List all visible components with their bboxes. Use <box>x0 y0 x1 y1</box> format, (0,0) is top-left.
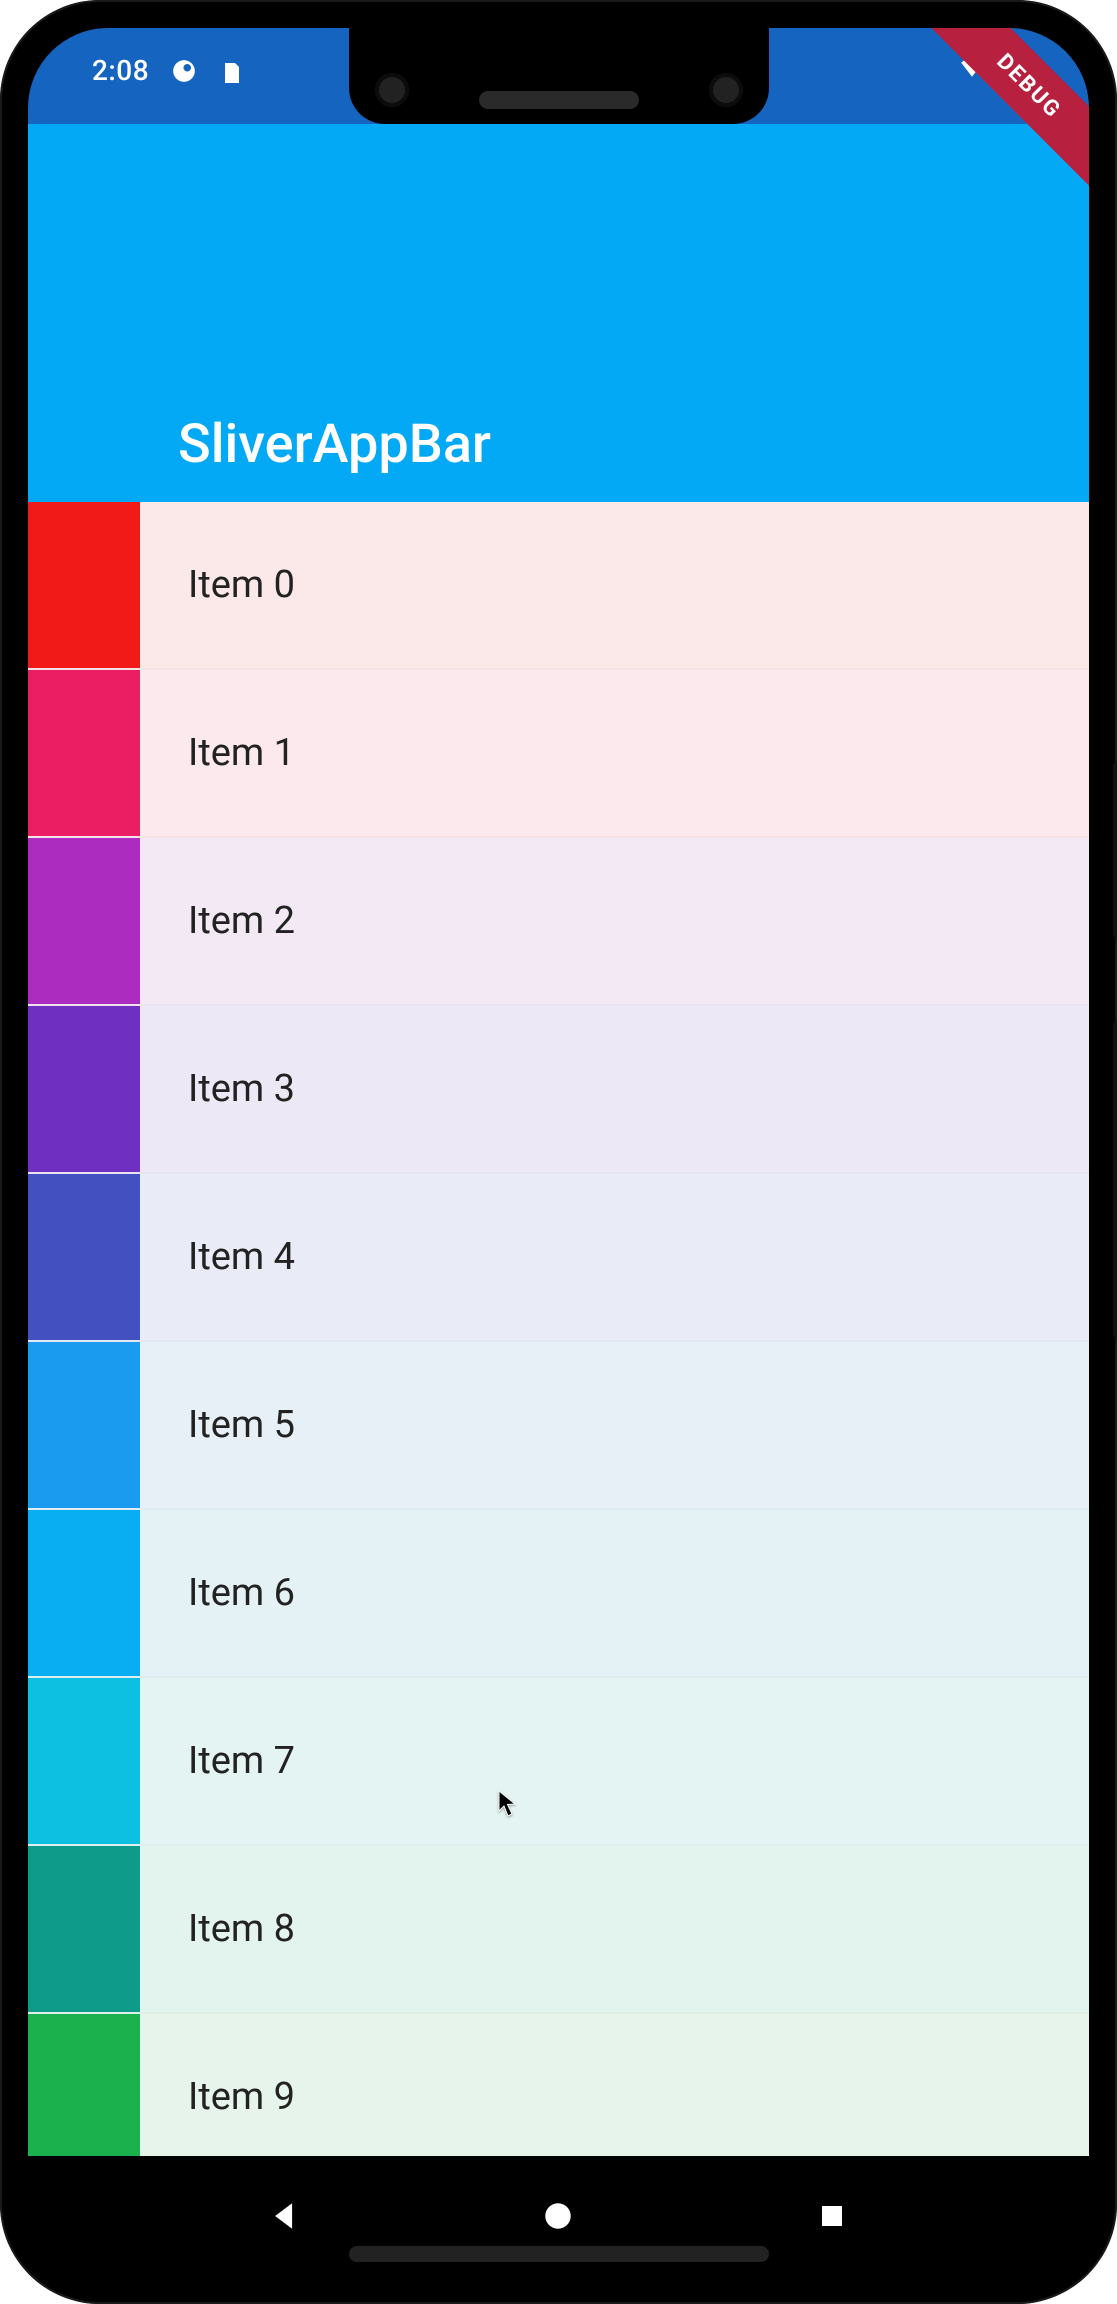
list-item-label: Item 3 <box>188 1067 295 1111</box>
list-item[interactable]: Item 9 <box>28 2014 1089 2156</box>
front-camera2-icon <box>709 73 743 107</box>
item-list[interactable]: Item 0 Item 1 Item 2 Item 3 Item 4 Item 5 Item… <box>28 502 1089 2156</box>
phone-device-inner: DEBUG 2:08 <box>28 28 1089 2276</box>
page-title: SliverAppBar <box>178 413 491 476</box>
list-item[interactable]: Item 7 <box>28 1678 1089 1846</box>
list-item[interactable]: Item 0 <box>28 502 1089 670</box>
sd-card-icon <box>219 58 245 84</box>
list-item-label: Item 4 <box>188 1235 295 1279</box>
device-chin <box>349 2246 769 2262</box>
mouse-cursor-icon <box>498 1790 518 1818</box>
list-item-label: Item 2 <box>188 899 295 943</box>
list-item[interactable]: Item 3 <box>28 1006 1089 1174</box>
phone-notch <box>349 28 769 124</box>
color-swatch <box>28 502 140 668</box>
list-item-label: Item 5 <box>188 1403 295 1447</box>
color-swatch <box>28 838 140 1004</box>
list-item[interactable]: Item 8 <box>28 1846 1089 2014</box>
list-item-label: Item 9 <box>188 2075 295 2119</box>
color-swatch <box>28 670 140 836</box>
color-swatch <box>28 1510 140 1676</box>
list-item-label: Item 1 <box>188 731 295 775</box>
color-swatch <box>28 1174 140 1340</box>
nav-home-button[interactable] <box>533 2191 583 2241</box>
list-item-label: Item 0 <box>188 563 295 607</box>
color-swatch <box>28 1846 140 2012</box>
nav-back-button[interactable] <box>260 2191 310 2241</box>
front-camera-icon <box>375 73 409 107</box>
list-item[interactable]: Item 4 <box>28 1174 1089 1342</box>
list-item-label: Item 6 <box>188 1571 295 1615</box>
status-bar-left: 2:08 <box>92 54 245 87</box>
status-time: 2:08 <box>92 54 149 87</box>
color-swatch <box>28 1678 140 1844</box>
earpiece-speaker <box>479 91 639 109</box>
color-swatch <box>28 1342 140 1508</box>
list-item-label: Item 7 <box>188 1739 295 1783</box>
device-volume-button <box>1113 1020 1117 1340</box>
phone-device-frame: DEBUG 2:08 <box>0 0 1117 2304</box>
list-item[interactable]: Item 1 <box>28 670 1089 838</box>
info-icon <box>171 58 197 84</box>
nav-recent-button[interactable] <box>807 2191 857 2241</box>
color-swatch <box>28 1006 140 1172</box>
app-screen: 2:08 Slive <box>28 28 1089 2276</box>
list-item[interactable]: Item 6 <box>28 1510 1089 1678</box>
color-swatch <box>28 2014 140 2156</box>
device-power-button <box>1113 760 1117 940</box>
list-item[interactable]: Item 5 <box>28 1342 1089 1510</box>
sliver-app-bar[interactable]: SliverAppBar <box>28 124 1089 503</box>
list-item-label: Item 8 <box>188 1907 295 1951</box>
list-item[interactable]: Item 2 <box>28 838 1089 1006</box>
